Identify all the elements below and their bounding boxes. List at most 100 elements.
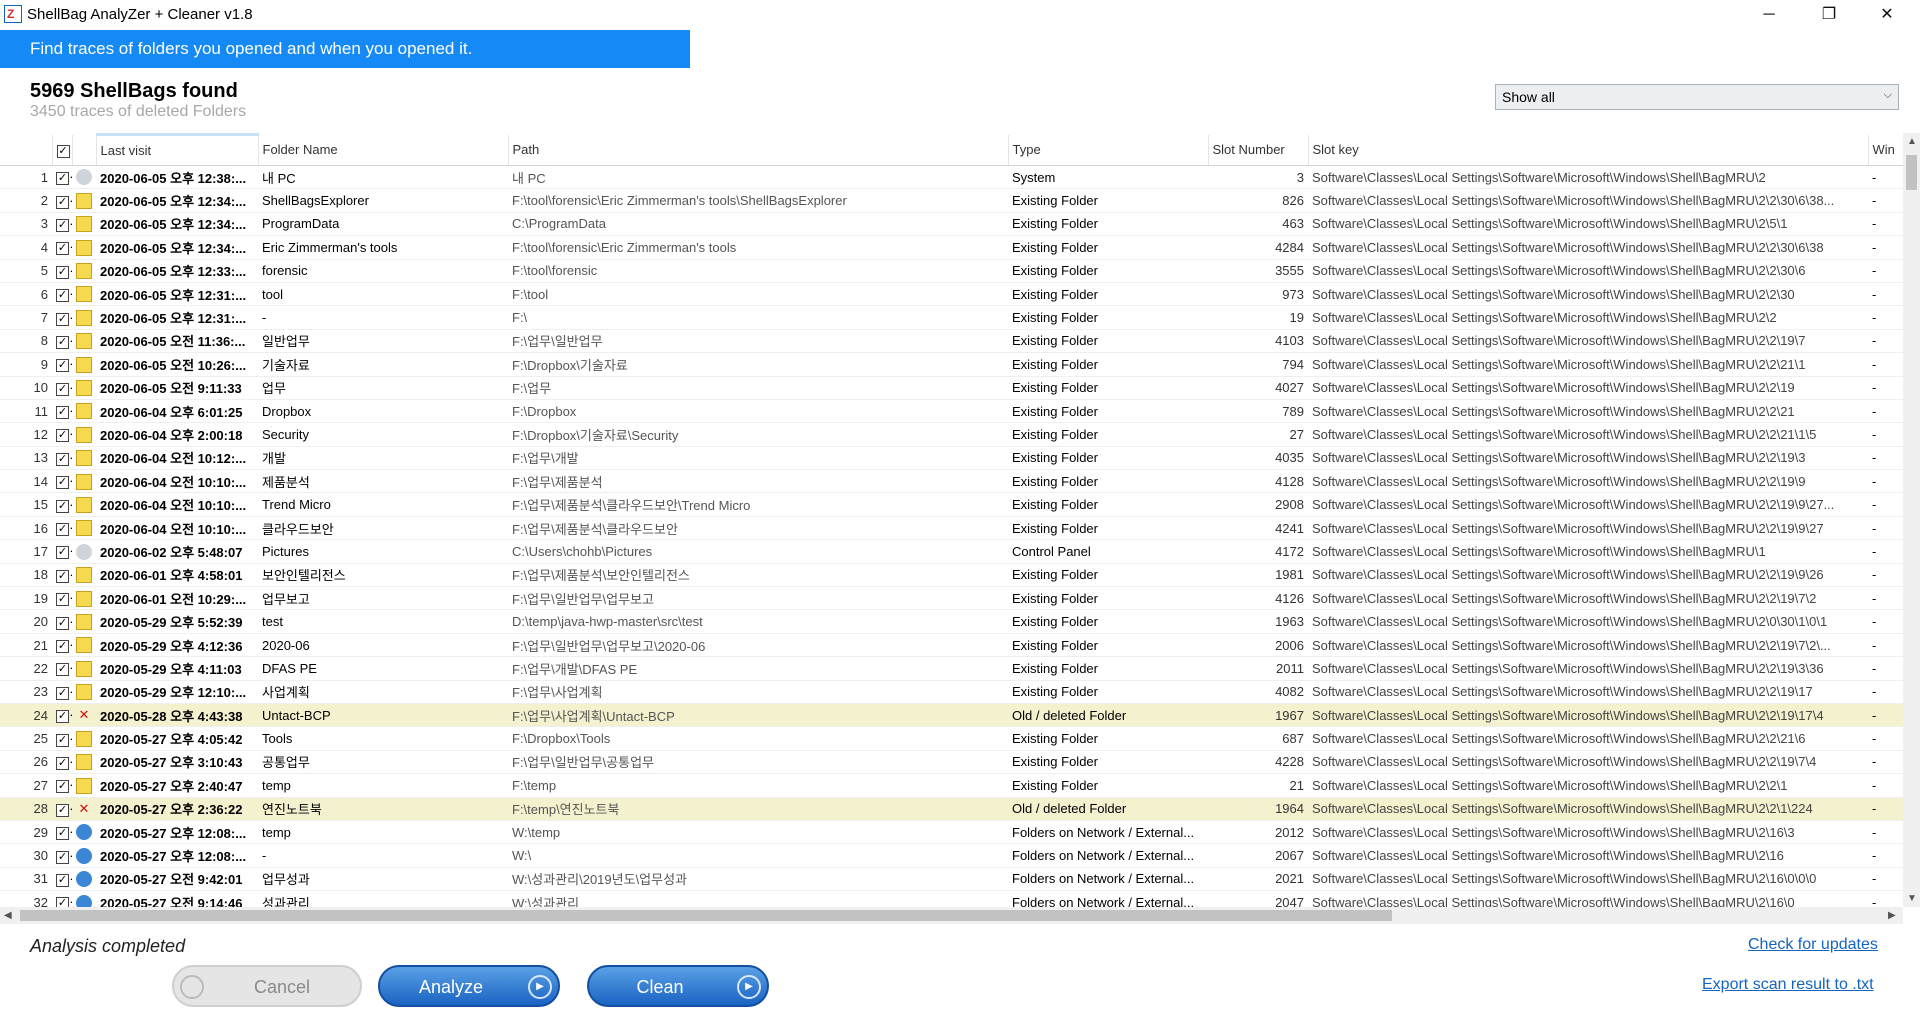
row-checkbox[interactable]: ✓ (56, 499, 69, 513)
table-row[interactable]: 20 ✓ 2020-05-29 오후 5:52:39 test D:\temp\java… (0, 609, 1905, 634)
vertical-scroll-thumb[interactable] (1906, 155, 1917, 190)
table-row[interactable]: 18 ✓ 2020-06-01 오후 4:58:01 보안인텔리전스 F:\업무\제품분… (0, 563, 1905, 588)
table-row[interactable]: 17 ✓ 2020-06-02 오후 5:48:07 Pictures C:\Users… (0, 539, 1905, 564)
folder-name-cell: 개발 (258, 446, 508, 471)
table-row[interactable]: 3 ✓ 2020-06-05 오후 12:34:... ProgramData C:\P… (0, 212, 1905, 237)
row-checkbox[interactable]: ✓ (56, 359, 69, 373)
row-checkbox[interactable]: ✓ (56, 382, 69, 396)
select-all-checkbox[interactable]: ✓ (56, 144, 70, 158)
row-checkbox[interactable]: ✓ (56, 452, 69, 466)
row-checkbox[interactable]: ✓ (56, 850, 69, 864)
table-row[interactable]: 31 ✓ 2020-05-27 오전 9:42:01 업무성과 W:\성과관리\2019… (0, 867, 1905, 892)
table-row[interactable]: 19 ✓ 2020-06-01 오전 10:29:... 업무보고 F:\업무\일반업무… (0, 586, 1905, 611)
table-row[interactable]: 10 ✓ 2020-06-05 오전 9:11:33 업무 F:\업무 Existing … (0, 376, 1905, 400)
table-row[interactable]: 15 ✓ 2020-06-04 오전 10:10:... Trend Micro F:\… (0, 492, 1905, 517)
row-checkbox[interactable]: ✓ (56, 593, 69, 607)
vertical-scrollbar[interactable]: ▲ ▼ (1903, 133, 1920, 907)
column-type[interactable]: Type (1008, 134, 1209, 166)
row-checkbox[interactable]: ✓ (56, 406, 69, 420)
row-checkbox[interactable]: ✓ (56, 897, 69, 907)
export-scan-link[interactable]: Export scan result to .txt (1702, 976, 1874, 994)
win-cell: - (1868, 259, 1905, 283)
row-checkbox[interactable]: ✓ (56, 476, 69, 490)
table-row[interactable]: 27 ✓ 2020-05-27 오후 2:40:47 temp F:\temp Exist… (0, 773, 1905, 798)
row-checkbox[interactable]: ✓ (56, 827, 69, 841)
row-checkbox[interactable]: ✓ (56, 710, 69, 724)
horizontal-scroll-thumb[interactable] (20, 910, 1392, 921)
table-row[interactable]: 22 ✓ 2020-05-29 오후 4:11:03 DFAS PE F:\업무\개발\… (0, 656, 1905, 681)
table-row[interactable]: 4 ✓ 2020-06-05 오후 12:34:... Eric Zimmerman'… (0, 235, 1905, 260)
table-row[interactable]: 29 ✓ 2020-05-27 오후 12:08:... temp W:\temp Fol… (0, 820, 1905, 845)
table-row[interactable]: 5 ✓ 2020-06-05 오후 12:33:... forensic F:\tool… (0, 259, 1905, 283)
close-button[interactable]: ✕ (1858, 0, 1916, 30)
row-checkbox[interactable]: ✓ (56, 335, 69, 349)
analyze-button[interactable]: Analyze ▶ (378, 965, 560, 1007)
row-checkbox[interactable]: ✓ (56, 686, 69, 700)
type-cell: Existing Folder (1008, 212, 1208, 237)
scroll-up-icon[interactable]: ▲ (1907, 136, 1917, 147)
path-cell: F:\업무\일반업무\업무보고\2020-06 (508, 633, 1008, 658)
row-checkbox[interactable]: ✓ (56, 780, 69, 794)
table-row[interactable]: 24 ✓ ✕ 2020-05-28 오후 4:43:38 Untact-BCP F:\업무… (0, 703, 1905, 728)
table-row[interactable]: 12 ✓ 2020-06-04 오후 2:00:18 Security F:\Dropb… (0, 422, 1905, 447)
row-checkbox[interactable]: ✓ (56, 523, 69, 537)
table-row[interactable]: 14 ✓ 2020-06-04 오전 10:10:... 제품분석 F:\업무\제품분석… (0, 469, 1905, 494)
column-slot-key[interactable]: Slot key (1308, 134, 1869, 166)
table-row[interactable]: 32 ✓ 2020-05-27 오전 9:14:46 성과관리 W:\성과관리 Folde… (0, 890, 1905, 907)
table-row[interactable]: 30 ✓ 2020-05-27 오후 12:08:... - W:\ Folders on… (0, 843, 1905, 868)
row-checkbox[interactable]: ✓ (56, 265, 69, 279)
row-checkbox[interactable]: ✓ (56, 172, 69, 186)
row-checkbox[interactable]: ✓ (56, 195, 69, 209)
column-win[interactable]: Win (1868, 134, 1905, 166)
table-row[interactable]: 25 ✓ 2020-05-27 오후 4:05:42 Tools F:\Dropbox\… (0, 726, 1905, 751)
type-cell: Existing Folder (1008, 656, 1208, 681)
filter-dropdown[interactable]: Show all ⌵ (1495, 84, 1899, 110)
table-row[interactable]: 1 ✓ 2020-06-05 오후 12:38:... 내 PC 내 PC System 3… (0, 165, 1905, 190)
row-checkbox[interactable]: ✓ (56, 546, 69, 560)
row-checkbox[interactable]: ✓ (56, 733, 69, 747)
row-checkbox[interactable]: ✓ (56, 289, 69, 303)
row-checkbox[interactable]: ✓ (56, 756, 69, 770)
table-row[interactable]: 6 ✓ 2020-06-05 오후 12:31:... tool F:\tool Exis… (0, 282, 1905, 307)
table-row[interactable]: 16 ✓ 2020-06-04 오전 10:10:... 클라우드보안 F:\업무\제품… (0, 516, 1905, 541)
table-row[interactable]: 11 ✓ 2020-06-04 오후 6:01:25 Dropbox F:\Dropbo… (0, 399, 1905, 424)
table-row[interactable]: 13 ✓ 2020-06-04 오전 10:12:... 개발 F:\업무\개발 Exis… (0, 446, 1905, 471)
table-row[interactable]: 26 ✓ 2020-05-27 오후 3:10:43 공통업무 F:\업무\일반업무\공… (0, 750, 1905, 775)
table-row[interactable]: 7 ✓ 2020-06-05 오후 12:31:... - F:\ Existing Fo… (0, 305, 1905, 330)
type-cell: Existing Folder (1008, 376, 1208, 400)
row-checkbox[interactable]: ✓ (56, 242, 69, 256)
scroll-right-icon[interactable]: ▶ (1888, 910, 1896, 921)
row-checkbox[interactable]: ✓ (56, 312, 69, 326)
row-checkbox[interactable]: ✓ (56, 873, 69, 887)
row-checkbox[interactable]: ✓ (56, 640, 69, 653)
row-checkbox-cell: ✓ (52, 656, 72, 681)
horizontal-scrollbar[interactable]: ◀ ▶ (0, 907, 1903, 924)
row-checkbox[interactable]: ✓ (56, 803, 69, 817)
header-select-all[interactable]: ✓ (52, 134, 73, 166)
table-row[interactable]: 8 ✓ 2020-06-05 오전 11:36:... 일반업무 F:\업무\일반업무 E… (0, 329, 1905, 354)
row-checkbox[interactable]: ✓ (56, 429, 69, 443)
column-folder-name[interactable]: Folder Name (258, 134, 509, 166)
table-row[interactable]: 9 ✓ 2020-06-05 오전 10:26:... 기술자료 F:\Dropbox\… (0, 352, 1905, 377)
check-updates-link[interactable]: Check for updates (1748, 936, 1878, 954)
column-path[interactable]: Path (508, 134, 1009, 166)
row-checkbox[interactable]: ✓ (56, 569, 69, 583)
last-visit-cell: 2020-06-04 오전 10:10:... (96, 516, 258, 541)
row-checkbox[interactable]: ✓ (56, 616, 69, 630)
type-cell: Existing Folder (1008, 399, 1208, 424)
row-checkbox[interactable]: ✓ (56, 218, 69, 232)
table-row[interactable]: 21 ✓ 2020-05-29 오후 4:12:36 2020-06 F:\업무\일반업… (0, 633, 1905, 658)
table-row[interactable]: 2 ✓ 2020-06-05 오후 12:34:... ShellBagsExplor… (0, 188, 1905, 213)
scroll-left-icon[interactable]: ◀ (4, 910, 12, 921)
table-row[interactable]: 23 ✓ 2020-05-29 오후 12:10:... 사업계획 F:\업무\사업계획… (0, 680, 1905, 704)
row-checkbox[interactable]: ✓ (56, 663, 69, 677)
table-row[interactable]: 28 ✓ ✕ 2020-05-27 오후 2:36:22 연진노트북 F:\temp\연진… (0, 797, 1905, 821)
scroll-down-icon[interactable]: ▼ (1907, 893, 1917, 904)
clean-button[interactable]: Clean ▶ (587, 965, 769, 1007)
minimize-button[interactable]: ─ (1740, 0, 1798, 30)
column-slot-number[interactable]: Slot Number (1208, 134, 1309, 166)
column-last-visit[interactable]: Last visit (96, 133, 259, 166)
maximize-button[interactable]: ❐ (1800, 0, 1858, 30)
win-cell: - (1868, 352, 1905, 377)
cancel-button[interactable]: Cancel (172, 965, 362, 1007)
